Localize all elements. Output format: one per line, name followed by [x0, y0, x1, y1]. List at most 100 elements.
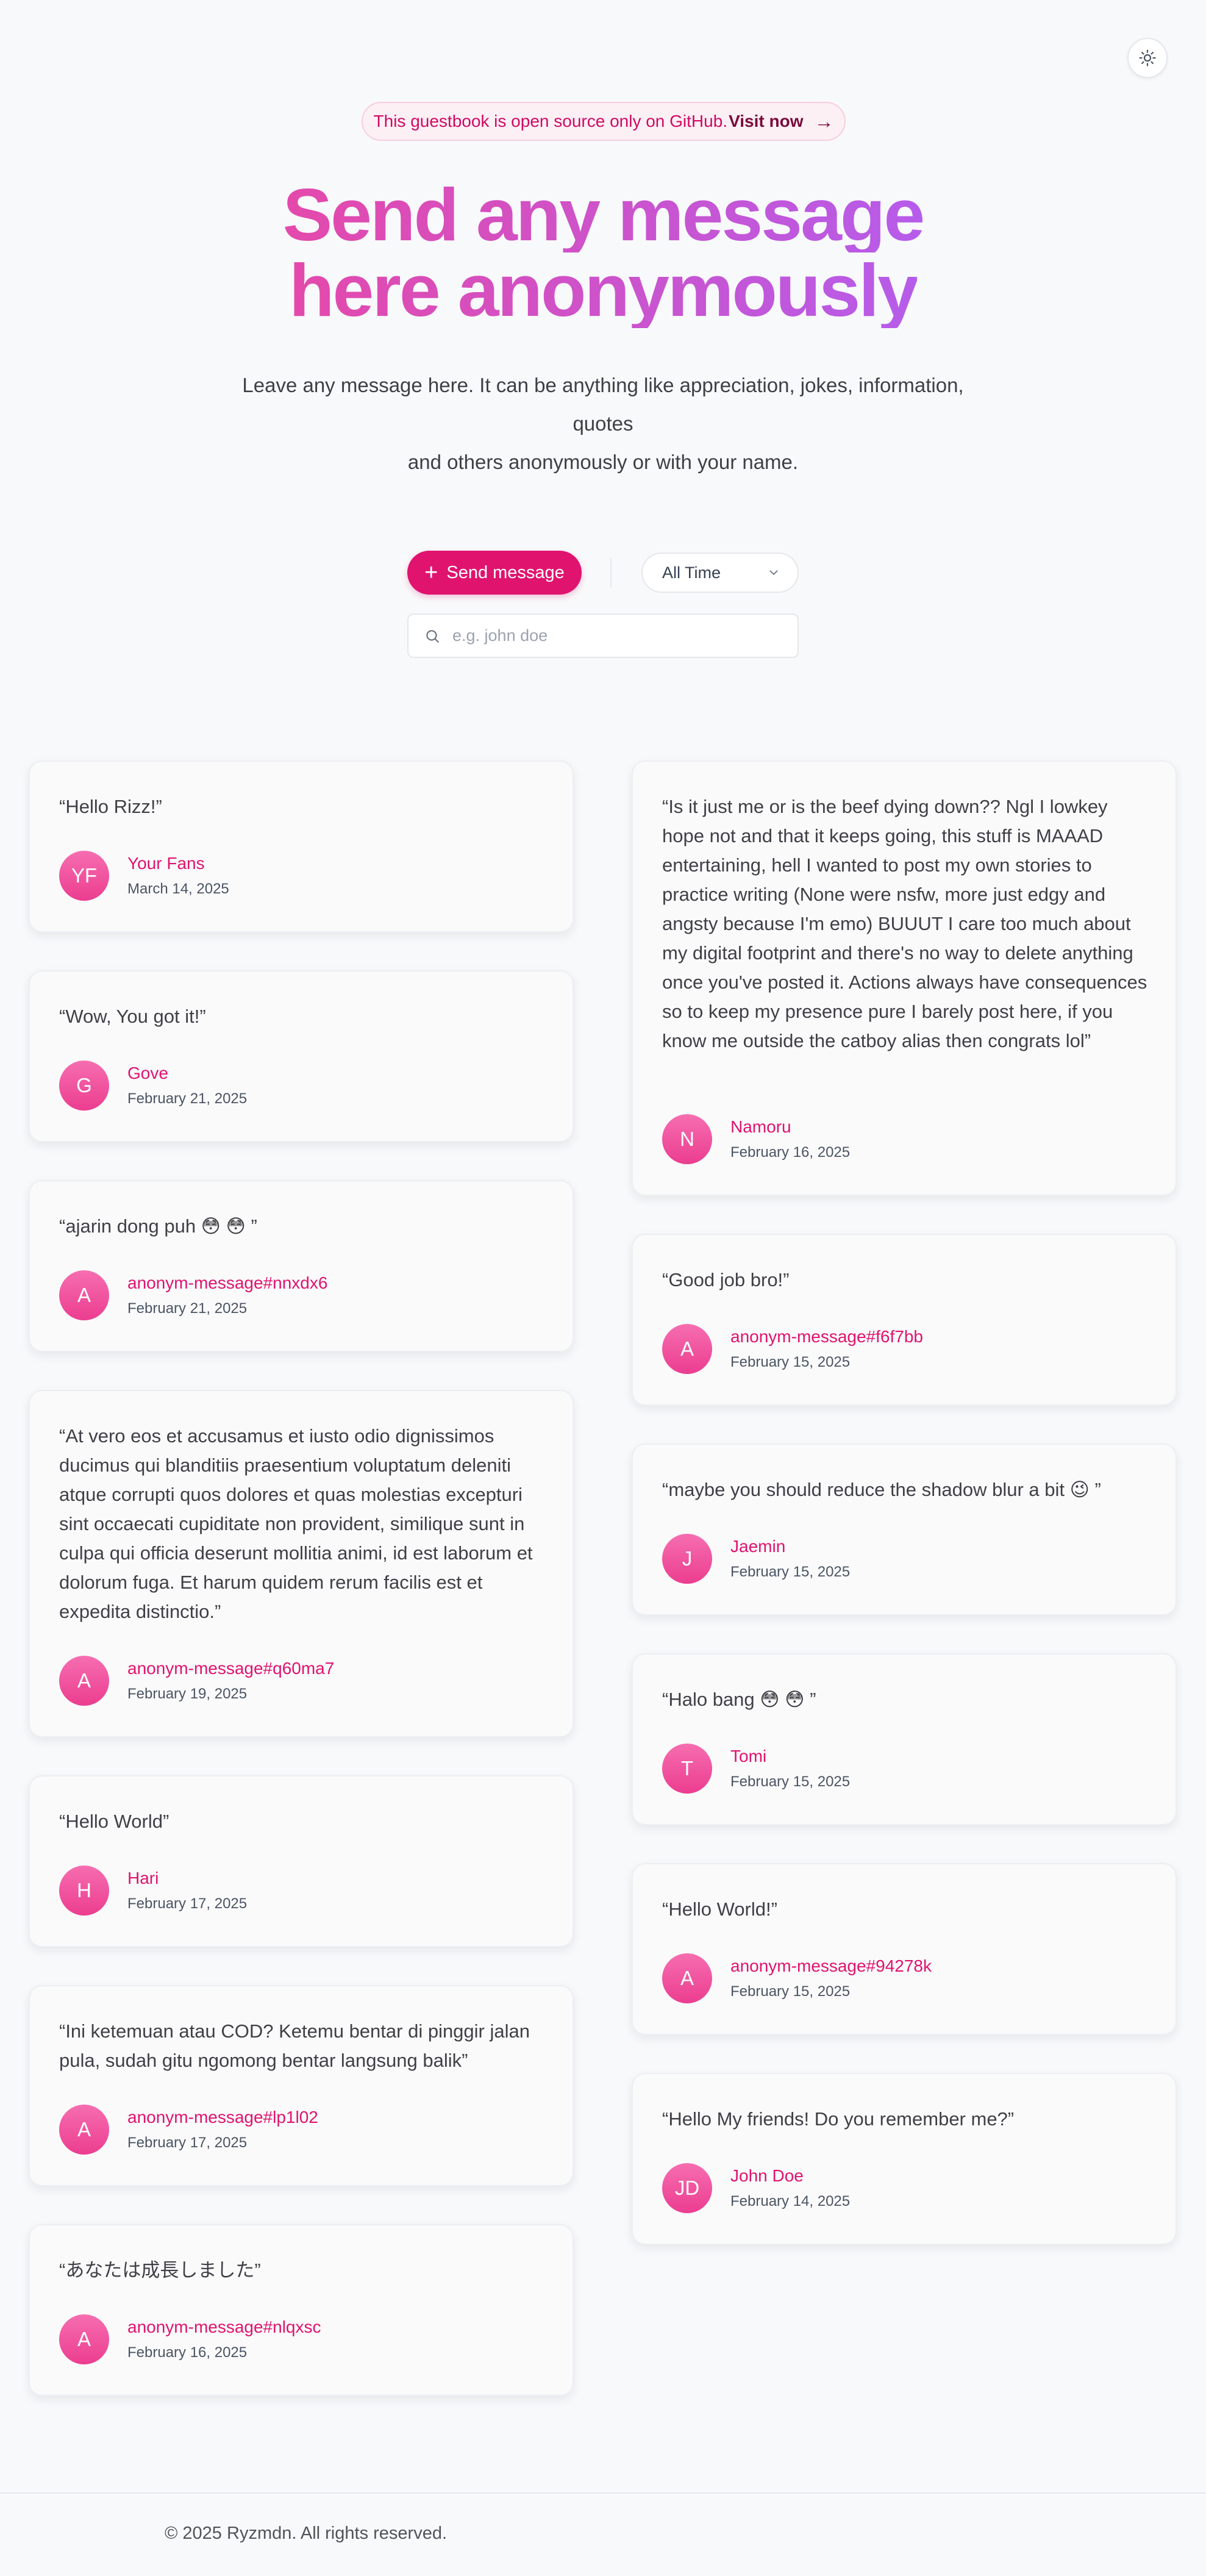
- message-date: February 17, 2025: [127, 2134, 248, 2151]
- message-author: T Tomi February 15, 2025: [662, 1744, 850, 1794]
- author-name: anonym-message#f6f7bb: [730, 1327, 923, 1346]
- message-date: February 15, 2025: [730, 1983, 851, 2000]
- title-line-1: Send any message: [282, 173, 926, 256]
- message-text: “Hello Rizz!”: [59, 796, 162, 817]
- message-author: H Hari February 17, 2025: [59, 1866, 247, 1916]
- message-card: “maybe you should reduce the shadow blur…: [632, 1444, 1177, 1615]
- author-name: Hari: [127, 1869, 159, 1887]
- author-name: anonym-message#lp1l02: [127, 2108, 318, 2127]
- avatar: JD: [662, 2163, 712, 2213]
- avatar: N: [662, 1114, 712, 1164]
- message-author: A anonym-message#f6f7bb February 15, 202…: [662, 1324, 923, 1374]
- message-date: February 15, 2025: [730, 1354, 851, 1370]
- page-title: Send any message here anonymously: [0, 177, 1206, 328]
- open-source-banner[interactable]: This guestbook is open source only on Gi…: [362, 102, 846, 141]
- page-subtitle: Leave any message here. It can be anythi…: [219, 366, 987, 481]
- footer-copyright: © 2025 Ryzmdn. All rights reserved.: [165, 2524, 448, 2543]
- message-date: February 15, 2025: [730, 1564, 851, 1580]
- sun-icon: [1139, 49, 1156, 66]
- message-author: YF Your Fans March 14, 2025: [59, 851, 229, 901]
- avatar: A: [662, 1953, 712, 2003]
- message-text: “あなたは成長しました”: [59, 2259, 261, 2281]
- avatar: J: [662, 1534, 712, 1584]
- author-name: Namoru: [730, 1117, 791, 1136]
- author-name: Jaemin: [730, 1537, 786, 1556]
- author-name: anonym-message#nlqxsc: [127, 2317, 321, 2336]
- plus-icon: +: [424, 560, 438, 585]
- message-text: “Hello World”: [59, 1811, 169, 1832]
- avatar: A: [59, 1656, 109, 1706]
- message-text: “Hello My friends! Do you remember me?”: [662, 2108, 1015, 2130]
- message-author: G Gove February 21, 2025: [59, 1061, 247, 1111]
- time-filter-value: All Time: [662, 563, 721, 582]
- subtitle-line-2: and others anonymously or with your name…: [407, 451, 799, 473]
- message-date: February 17, 2025: [127, 1895, 248, 1912]
- message-date: February 14, 2025: [730, 2193, 851, 2209]
- title-line-2: here anonymously: [289, 249, 919, 332]
- avatar: A: [59, 2105, 109, 2155]
- search-icon: [426, 629, 439, 643]
- message-author: J Jaemin February 15, 2025: [662, 1534, 850, 1584]
- message-card: “ajarin dong puh 😳 😳 ” A anonym-message#…: [29, 1180, 574, 1352]
- message-author: A anonym-message#nnxdx6 February 21, 202…: [59, 1270, 327, 1320]
- message-text: “maybe you should reduce the shadow blur…: [662, 1479, 1101, 1500]
- message-card: “Halo bang 😳 😳 ” T Tomi February 15, 202…: [632, 1653, 1177, 1825]
- message-text: “Ini ketemuan atau COD? Ketemu bentar di…: [59, 2020, 530, 2071]
- footer-divider: [0, 2492, 1206, 2494]
- send-message-label: Send message: [446, 562, 565, 582]
- message-author: A anonym-message#nlqxsc February 16, 202…: [59, 2314, 321, 2364]
- message-author: A anonym-message#94278k February 15, 202…: [662, 1953, 932, 2003]
- message-text: “Is it just me or is the beef dying down…: [662, 796, 1147, 1051]
- message-text: “At vero eos et accusamus et iusto odio …: [59, 1425, 533, 1622]
- message-author: A anonym-message#q60ma7 February 19, 202…: [59, 1656, 334, 1706]
- message-date: February 16, 2025: [127, 2344, 248, 2361]
- message-text: “Halo bang 😳 😳 ”: [662, 1689, 816, 1710]
- author-name: Tomi: [730, 1747, 767, 1766]
- author-name: anonym-message#94278k: [730, 1956, 932, 1975]
- message-card: “Ini ketemuan atau COD? Ketemu bentar di…: [29, 1985, 574, 2186]
- message-card: “あなたは成長しました” A anonym-message#nlqxsc Feb…: [29, 2224, 574, 2396]
- avatar: A: [662, 1324, 712, 1374]
- theme-toggle-button[interactable]: [1127, 38, 1168, 78]
- controls-divider: [610, 558, 612, 587]
- message-card: “Good job bro!” A anonym-message#f6f7bb …: [632, 1234, 1177, 1406]
- message-card: “Is it just me or is the beef dying down…: [632, 760, 1177, 1196]
- message-author: A anonym-message#lp1l02 February 17, 202…: [59, 2105, 318, 2155]
- search-box[interactable]: [407, 614, 799, 658]
- message-card: “Hello World” H Hari February 17, 2025: [29, 1775, 574, 1947]
- arrow-right-icon: →: [814, 110, 834, 132]
- banner-text: This guestbook is open source only on Gi…: [373, 112, 728, 131]
- avatar: G: [59, 1061, 109, 1111]
- author-name: anonym-message#nnxdx6: [127, 1273, 328, 1292]
- avatar: YF: [59, 851, 109, 901]
- chevron-down-icon: [769, 570, 778, 575]
- avatar: A: [59, 1270, 109, 1320]
- message-date: February 21, 2025: [127, 1090, 248, 1107]
- author-name: Your Fans: [127, 854, 205, 873]
- message-text: “Good job bro!”: [662, 1269, 790, 1290]
- message-text: “Hello World!”: [662, 1898, 777, 1920]
- avatar: H: [59, 1866, 109, 1916]
- message-card: “Hello Rizz!” YF Your Fans March 14, 202…: [29, 760, 574, 932]
- author-name: Gove: [127, 1064, 168, 1082]
- message-author: N Namoru February 16, 2025: [662, 1114, 850, 1164]
- message-date: February 16, 2025: [730, 1144, 851, 1161]
- message-author: JD John Doe February 14, 2025: [662, 2163, 850, 2213]
- time-filter-select[interactable]: All Time: [641, 553, 799, 593]
- subtitle-line-1: Leave any message here. It can be anythi…: [242, 374, 964, 435]
- avatar: A: [59, 2314, 109, 2364]
- message-date: February 19, 2025: [127, 1686, 248, 1702]
- send-message-button[interactable]: + Send message: [407, 551, 582, 595]
- search-input[interactable]: [452, 626, 782, 645]
- message-date: February 15, 2025: [730, 1773, 851, 1790]
- message-card: “Hello World!” A anonym-message#94278k F…: [632, 1863, 1177, 2035]
- banner-visit-link[interactable]: Visit now: [729, 112, 803, 131]
- message-text: “Wow, You got it!”: [59, 1006, 206, 1027]
- message-date: March 14, 2025: [127, 881, 229, 897]
- author-name: John Doe: [730, 2166, 804, 2185]
- message-card: “Hello My friends! Do you remember me?” …: [632, 2073, 1177, 2245]
- author-name: anonym-message#q60ma7: [127, 1659, 335, 1678]
- message-text: “ajarin dong puh 😳 😳 ”: [59, 1215, 257, 1237]
- avatar: T: [662, 1744, 712, 1794]
- message-date: February 21, 2025: [127, 1300, 248, 1317]
